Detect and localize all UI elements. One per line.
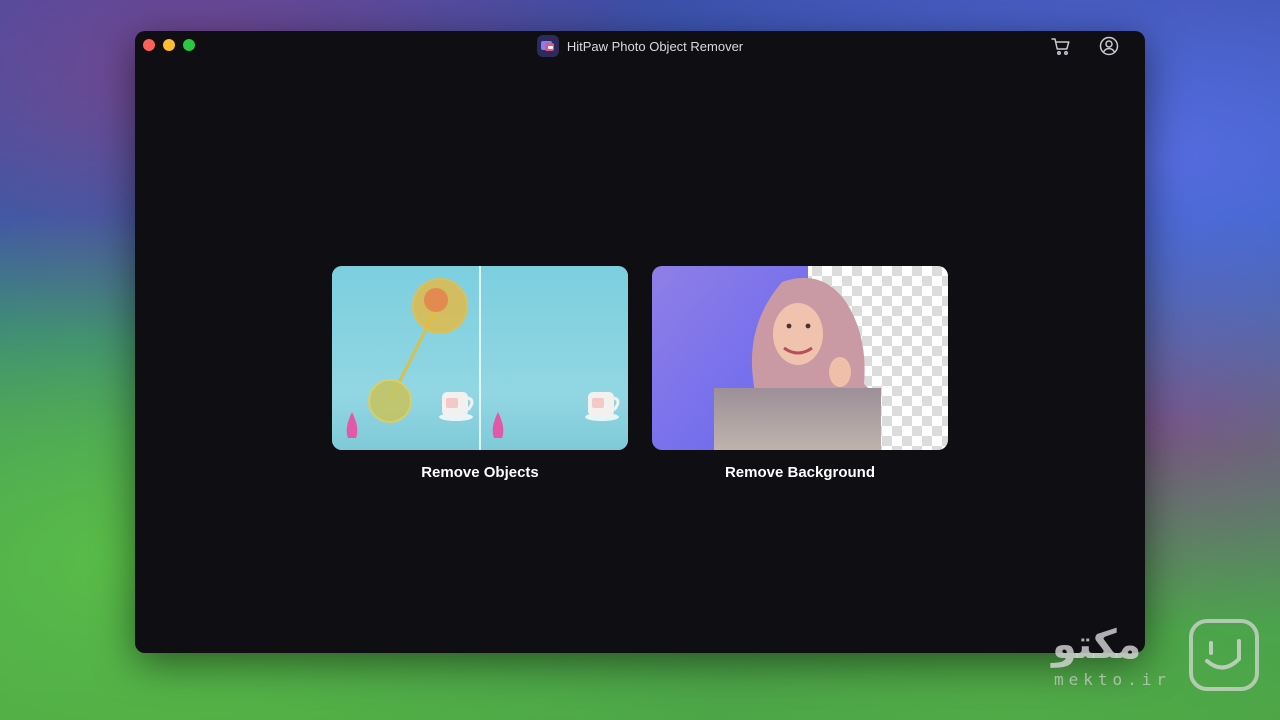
remove-objects-illustration [332, 266, 628, 450]
remove-background-card[interactable] [652, 266, 948, 450]
watermark-logo-icon [1189, 619, 1259, 691]
cart-icon[interactable] [1050, 35, 1072, 57]
remove-background-label[interactable]: Remove Background [652, 464, 948, 481]
remove-background-illustration [652, 266, 948, 450]
remove-objects-card[interactable] [332, 266, 628, 450]
account-icon[interactable] [1098, 35, 1120, 57]
remove-objects-label[interactable]: Remove Objects [332, 464, 628, 481]
window-title: HitPaw Photo Object Remover [135, 35, 1145, 58]
watermark: مکتو mekto.ir [1048, 616, 1263, 696]
window-title-text: HitPaw Photo Object Remover [566, 39, 744, 54]
app-window: HitPaw Photo Object Remover Remove Objec… [135, 31, 1145, 653]
app-logo-icon [536, 35, 559, 57]
watermark-subtext: mekto.ir [1054, 670, 1172, 689]
watermark-text: مکتو [1052, 622, 1142, 668]
title-bar: HitPaw Photo Object Remover [135, 31, 1145, 59]
